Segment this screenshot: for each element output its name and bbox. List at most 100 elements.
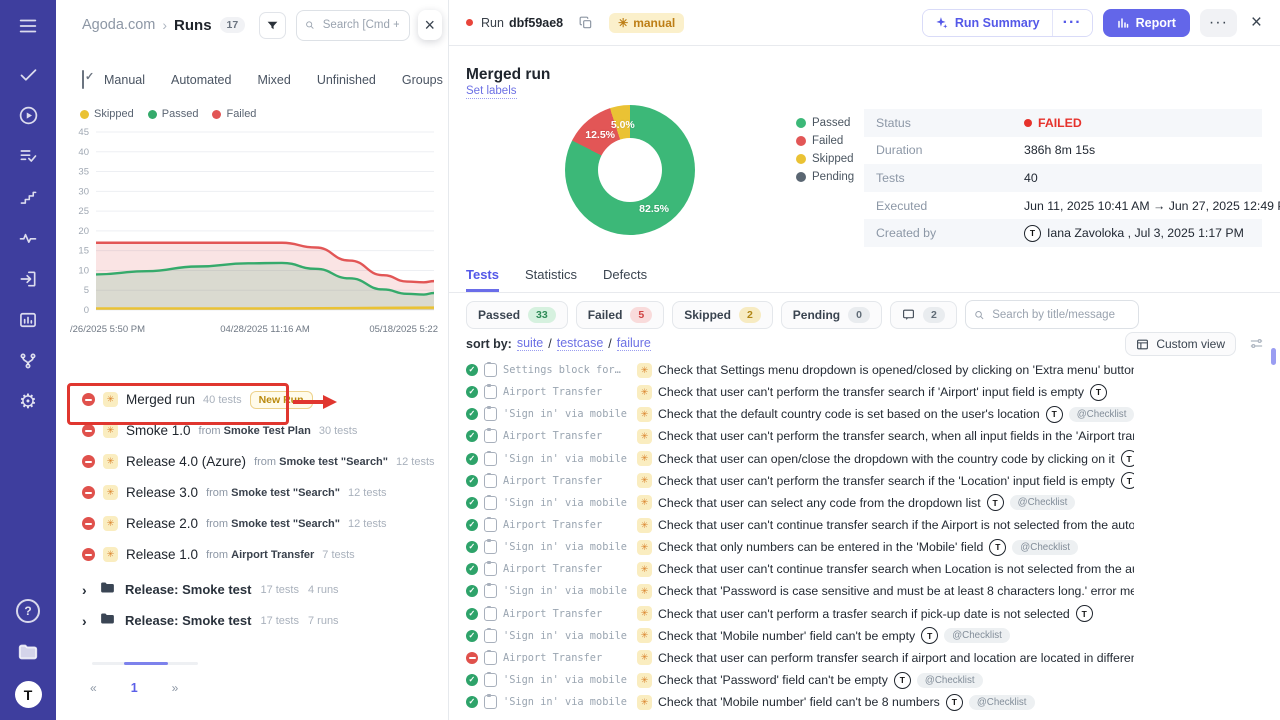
suite-name: 'Sign in' via mobile: [503, 497, 631, 509]
test-list-item[interactable]: Airport TransferCheck that user can't pe…: [466, 425, 1134, 447]
vertical-scrollbar-thumb[interactable]: [1271, 348, 1276, 365]
test-list-item[interactable]: Airport TransferCheck that user can't co…: [466, 514, 1134, 536]
scrollbar-thumb[interactable]: [124, 662, 168, 665]
manual-icon: [103, 547, 118, 562]
horizontal-scrollbar[interactable]: [92, 662, 198, 665]
view-settings-icon[interactable]: [1249, 336, 1264, 354]
close-runs-panel-button[interactable]: [418, 10, 442, 40]
sort-separator: /: [548, 337, 551, 351]
help-icon[interactable]: [16, 599, 40, 623]
filter-chip-skipped[interactable]: Skipped2: [672, 301, 773, 329]
run-list-item[interactable]: Release 3.0from Smoke test "Search"12 te…: [82, 477, 440, 508]
tab-defects[interactable]: Defects: [603, 267, 647, 292]
breadcrumb-section[interactable]: Runs: [174, 17, 212, 34]
breadcrumb-project[interactable]: Agoda.com: [82, 17, 155, 33]
test-list-item[interactable]: 'Sign in' via mobile Check that user can …: [466, 492, 1134, 514]
svg-text:45: 45: [78, 127, 89, 138]
test-list-item[interactable]: 'Sign in' via mobileCheck that user can …: [466, 448, 1134, 470]
test-list-item[interactable]: Airport TransferCheck that user can perf…: [466, 647, 1134, 669]
run-list-item[interactable]: Smoke 1.0from Smoke Test Plan30 tests: [82, 415, 440, 446]
tab-groups[interactable]: Groups: [402, 73, 443, 87]
close-run-detail-button[interactable]: [1247, 10, 1266, 36]
sign-in-icon[interactable]: [16, 267, 40, 291]
run-summary-more-button[interactable]: [1052, 10, 1092, 36]
test-list-item[interactable]: 'Sign in' via mobileCheck that only numb…: [466, 536, 1134, 558]
manual-icon: [637, 518, 652, 533]
comments-chip[interactable]: 2: [890, 301, 957, 329]
tab-automated[interactable]: Automated: [171, 73, 231, 87]
more-actions-button[interactable]: [1200, 9, 1237, 37]
sort-by-testcase[interactable]: testcase: [557, 336, 604, 351]
assignee-avatar: T: [1121, 450, 1134, 467]
suite-icon: [484, 407, 497, 421]
check-icon[interactable]: [16, 62, 40, 86]
tab-tests[interactable]: Tests: [466, 267, 499, 292]
test-title: Check that user can't perform the transf…: [658, 429, 1134, 443]
run-folder-item[interactable]: Release: Smoke test17 tests4 runs: [82, 574, 440, 605]
tab-mixed[interactable]: Mixed: [257, 73, 290, 87]
test-list-item[interactable]: Airport TransferCheck that user can't co…: [466, 558, 1134, 580]
test-runs-icon[interactable]: [16, 144, 40, 168]
filter-chip-pending[interactable]: Pending0: [781, 301, 882, 329]
filter-chip-failed[interactable]: Failed5: [576, 301, 665, 329]
set-labels-link[interactable]: Set labels: [466, 85, 517, 99]
run-list-item[interactable]: Release 2.0from Smoke test "Search"12 te…: [82, 508, 440, 539]
test-title: Check that user can select any code from…: [658, 494, 1075, 511]
run-list-item[interactable]: Release 4.0 (Azure)from Smoke test "Sear…: [82, 446, 440, 477]
user-avatar[interactable]: T: [15, 681, 42, 708]
run-overview: 82.5%12.5%5.0% PassedFailedSkippedPendin…: [449, 104, 1280, 260]
test-list-item[interactable]: 'Sign in' via mobileCheck that 'Mobile n…: [466, 691, 1134, 713]
run-name: Release 3.0: [126, 485, 198, 500]
runs-search-input[interactable]: [321, 18, 401, 32]
activity-icon[interactable]: [16, 226, 40, 250]
versions-icon[interactable]: [16, 349, 40, 373]
test-list-item[interactable]: 'Sign in' via mobileCheck that the defau…: [466, 403, 1134, 425]
svg-text:10: 10: [78, 265, 89, 276]
info-row-created-by: Created byTIana Zavoloka , Jul 3, 2025 1…: [864, 219, 1262, 247]
test-list-item[interactable]: 'Sign in' via mobileCheck that 'Password…: [466, 669, 1134, 691]
pagination-prev-button[interactable]: «: [84, 680, 103, 696]
tab-statistics[interactable]: Statistics: [525, 267, 577, 292]
sort-by-suite[interactable]: suite: [517, 336, 543, 351]
tests-search-input[interactable]: [990, 308, 1130, 322]
pagination-page-1[interactable]: 1: [125, 680, 144, 696]
folder-test-count: 17 tests: [260, 615, 299, 627]
copy-run-id-button[interactable]: [577, 14, 595, 32]
test-list-item[interactable]: Airport TransferCheck that user can't pe…: [466, 381, 1134, 403]
milestones-icon[interactable]: [16, 185, 40, 209]
test-list-item[interactable]: Settings block for…Check that Settings m…: [466, 359, 1134, 381]
menu-icon[interactable]: [16, 14, 40, 38]
filter-chip-passed[interactable]: Passed33: [466, 301, 568, 329]
pagination-next-button[interactable]: »: [166, 680, 185, 696]
chevron-right-icon[interactable]: [82, 613, 90, 629]
settings-gear-icon[interactable]: [16, 390, 40, 414]
filter-button[interactable]: [259, 12, 286, 39]
test-list-item[interactable]: 'Sign in' via mobileCheck that 'Mobile n…: [466, 625, 1134, 647]
play-circle-icon[interactable]: [16, 103, 40, 127]
custom-view-button[interactable]: Custom view: [1125, 332, 1236, 356]
run-list-item[interactable]: Merged run40 testsNew Run: [82, 384, 440, 415]
test-list-item[interactable]: Airport TransferCheck that user can't pe…: [466, 470, 1134, 492]
chip-label: Passed: [478, 308, 520, 322]
projects-folder-icon[interactable]: [16, 640, 40, 664]
test-list-item[interactable]: 'Sign in' via mobileCheck that 'Password…: [466, 580, 1134, 602]
chevron-right-icon[interactable]: [82, 582, 90, 598]
legend-label: Passed: [162, 108, 199, 120]
tab-manual[interactable]: Manual: [104, 73, 145, 87]
passed-status-icon: [466, 585, 478, 597]
batch-select-icon[interactable]: [82, 70, 84, 89]
test-list-item[interactable]: Airport TransferCheck that user can't pe…: [466, 603, 1134, 625]
run-list-item[interactable]: Release 1.0from Airport Transfer7 tests: [82, 539, 440, 570]
legend-label: Pending: [812, 171, 854, 183]
run-summary-button[interactable]: Run Summary: [923, 10, 1052, 36]
sort-by-failure[interactable]: failure: [617, 336, 651, 351]
manual-icon: [637, 540, 652, 555]
reports-icon[interactable]: [16, 308, 40, 332]
run-name: Release 1.0: [126, 547, 198, 562]
run-folder-item[interactable]: Release: Smoke test17 tests7 runs: [82, 605, 440, 636]
tab-unfinished[interactable]: Unfinished: [317, 73, 376, 87]
report-button[interactable]: Report: [1103, 9, 1190, 37]
run-test-count: 7 tests: [322, 549, 354, 561]
info-label: Executed: [876, 199, 1024, 213]
info-value: FAILED: [1024, 116, 1082, 130]
